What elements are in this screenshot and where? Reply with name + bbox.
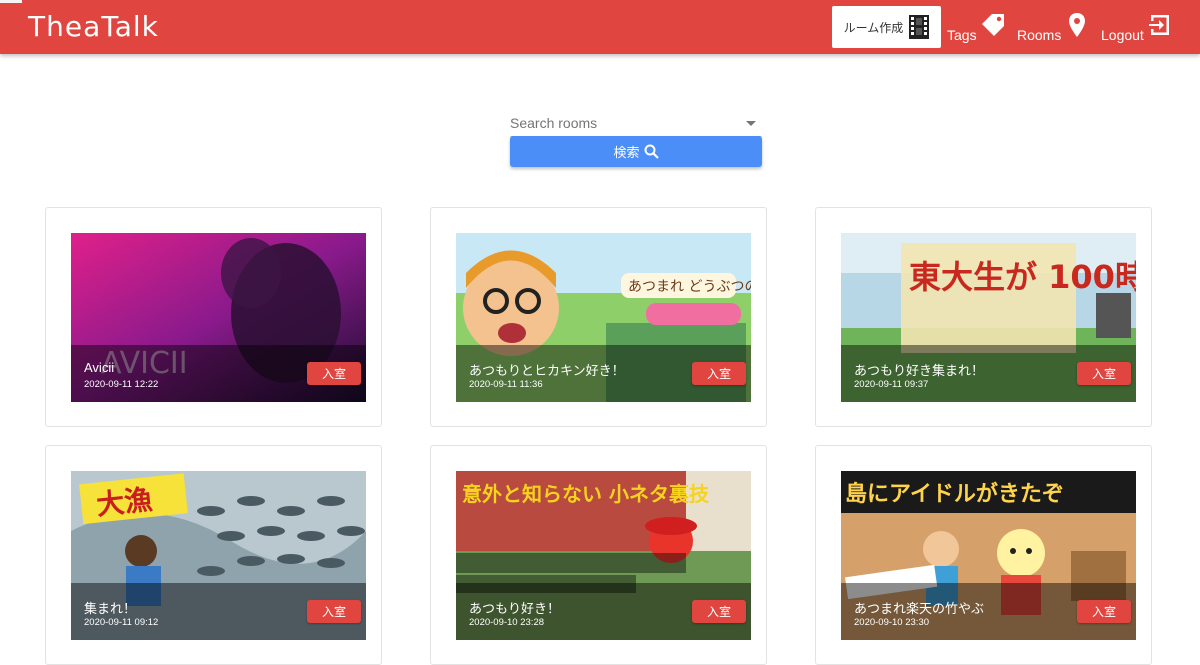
search-form: Search rooms bbox=[510, 110, 762, 137]
nav-logout[interactable]: Logout bbox=[1101, 12, 1173, 46]
room-info-overlay: 集まれ！ 2020-09-11 09:12 入室 bbox=[71, 583, 366, 640]
room-time: 2020-09-10 23:30 bbox=[854, 617, 930, 628]
nav-rooms-label: Rooms bbox=[1017, 27, 1062, 43]
room-info-overlay: あつもり好き！ 2020-09-10 23:28 入室 bbox=[456, 583, 751, 640]
image-text: 意外と知らない 小ネタ裏技 bbox=[462, 482, 710, 506]
image-text: 大漁 bbox=[95, 483, 154, 522]
room-thumbnail[interactable]: 意外と知らない 小ネタ裏技 あつもり好き！ 2020-09-10 23:28 入… bbox=[456, 471, 751, 640]
room-card: 東大生が 100時間 あつもり好き集まれ！ 2020-09-11 09:37 入… bbox=[815, 207, 1152, 427]
nav-tags-label: Tags bbox=[947, 27, 977, 43]
room-time: 2020-09-11 11:36 bbox=[469, 379, 543, 390]
room-time: 2020-09-10 23:28 bbox=[469, 617, 545, 628]
enter-room-button[interactable]: 入室 bbox=[1077, 362, 1131, 385]
room-card: 意外と知らない 小ネタ裏技 あつもり好き！ 2020-09-10 23:28 入… bbox=[430, 445, 767, 665]
image-text: 東大生が 100時間 bbox=[909, 258, 1136, 296]
room-info-overlay: Avicii 2020-09-11 12:22 入室 bbox=[71, 345, 366, 402]
room-thumbnail[interactable]: 東大生が 100時間 あつもり好き集まれ！ 2020-09-11 09:37 入… bbox=[841, 233, 1136, 402]
search-rooms-select[interactable]: Search rooms bbox=[510, 110, 762, 137]
search-button-label: 検索 bbox=[613, 145, 640, 160]
search-button[interactable]: 検索 bbox=[510, 136, 762, 167]
room-title: 集まれ！ bbox=[84, 601, 137, 616]
nav-tags[interactable]: Tags bbox=[947, 12, 1006, 46]
room-thumbnail[interactable]: 島にアイドルがきたぞ あつまれ楽天の竹やぶ 2020-09-10 23:30 入… bbox=[841, 471, 1136, 640]
enter-room-button[interactable]: 入室 bbox=[1077, 600, 1131, 623]
enter-room-button[interactable]: 入室 bbox=[692, 600, 746, 623]
enter-room-button[interactable]: 入室 bbox=[307, 600, 361, 623]
nav-logout-label: Logout bbox=[1101, 27, 1144, 43]
room-time: 2020-09-11 09:37 bbox=[854, 379, 929, 390]
room-card: 大漁 集まれ！ 2020-09-11 09:12 入室 bbox=[45, 445, 382, 665]
room-card: 島にアイドルがきたぞ あつまれ楽天の竹やぶ 2020-09-10 23:30 入… bbox=[815, 445, 1152, 665]
enter-room-button[interactable]: 入室 bbox=[307, 362, 361, 385]
app-header: TheaTalk ルーム作成 Tags Rooms Logout bbox=[0, 0, 1200, 54]
nav-rooms[interactable]: Rooms bbox=[1017, 12, 1087, 46]
room-card: あつまれ どうぶつの森 あつもりとヒカキン好き！ 2020-09-11 11:3… bbox=[430, 207, 767, 427]
enter-room-button[interactable]: 入室 bbox=[692, 362, 746, 385]
room-thumbnail[interactable]: 大漁 集まれ！ 2020-09-11 09:12 入室 bbox=[71, 471, 366, 640]
room-title: Avicii bbox=[84, 360, 115, 375]
room-title: あつもりとヒカキン好き！ bbox=[469, 363, 625, 378]
search-icon bbox=[644, 144, 659, 159]
chevron-down-icon bbox=[746, 121, 756, 126]
logout-icon bbox=[1148, 15, 1169, 35]
room-time: 2020-09-11 09:12 bbox=[84, 617, 159, 628]
room-info-overlay: あつもり好き集まれ！ 2020-09-11 09:37 入室 bbox=[841, 345, 1136, 402]
create-room-button[interactable]: ルーム作成 bbox=[832, 6, 941, 48]
room-card: AVICII Avicii 2020-09-11 12:22 入室 bbox=[45, 207, 382, 427]
room-time: 2020-09-11 12:22 bbox=[84, 379, 159, 390]
room-thumbnail[interactable]: あつまれ どうぶつの森 あつもりとヒカキン好き！ 2020-09-11 11:3… bbox=[456, 233, 751, 402]
room-thumbnail[interactable]: AVICII Avicii 2020-09-11 12:22 入室 bbox=[71, 233, 366, 402]
room-title: あつまれ楽天の竹やぶ bbox=[854, 601, 985, 616]
corner-mark bbox=[0, 0, 22, 3]
image-text: 島にアイドルがきたぞ bbox=[845, 481, 1064, 507]
film-icon bbox=[909, 15, 930, 39]
room-info-overlay: あつもりとヒカキン好き！ 2020-09-11 11:36 入室 bbox=[456, 345, 751, 402]
room-title: あつもり好き！ bbox=[469, 601, 561, 616]
brand-logo[interactable]: TheaTalk bbox=[28, 10, 159, 43]
room-title: あつもり好き集まれ！ bbox=[854, 363, 985, 378]
create-room-label: ルーム作成 bbox=[843, 20, 904, 35]
room-info-overlay: あつまれ楽天の竹やぶ 2020-09-10 23:30 入室 bbox=[841, 583, 1136, 640]
tag-icon bbox=[981, 14, 1004, 36]
location-pin-icon bbox=[1069, 13, 1086, 37]
search-placeholder: Search rooms bbox=[510, 115, 598, 131]
image-text: あつまれ どうぶつの森 bbox=[628, 279, 751, 295]
